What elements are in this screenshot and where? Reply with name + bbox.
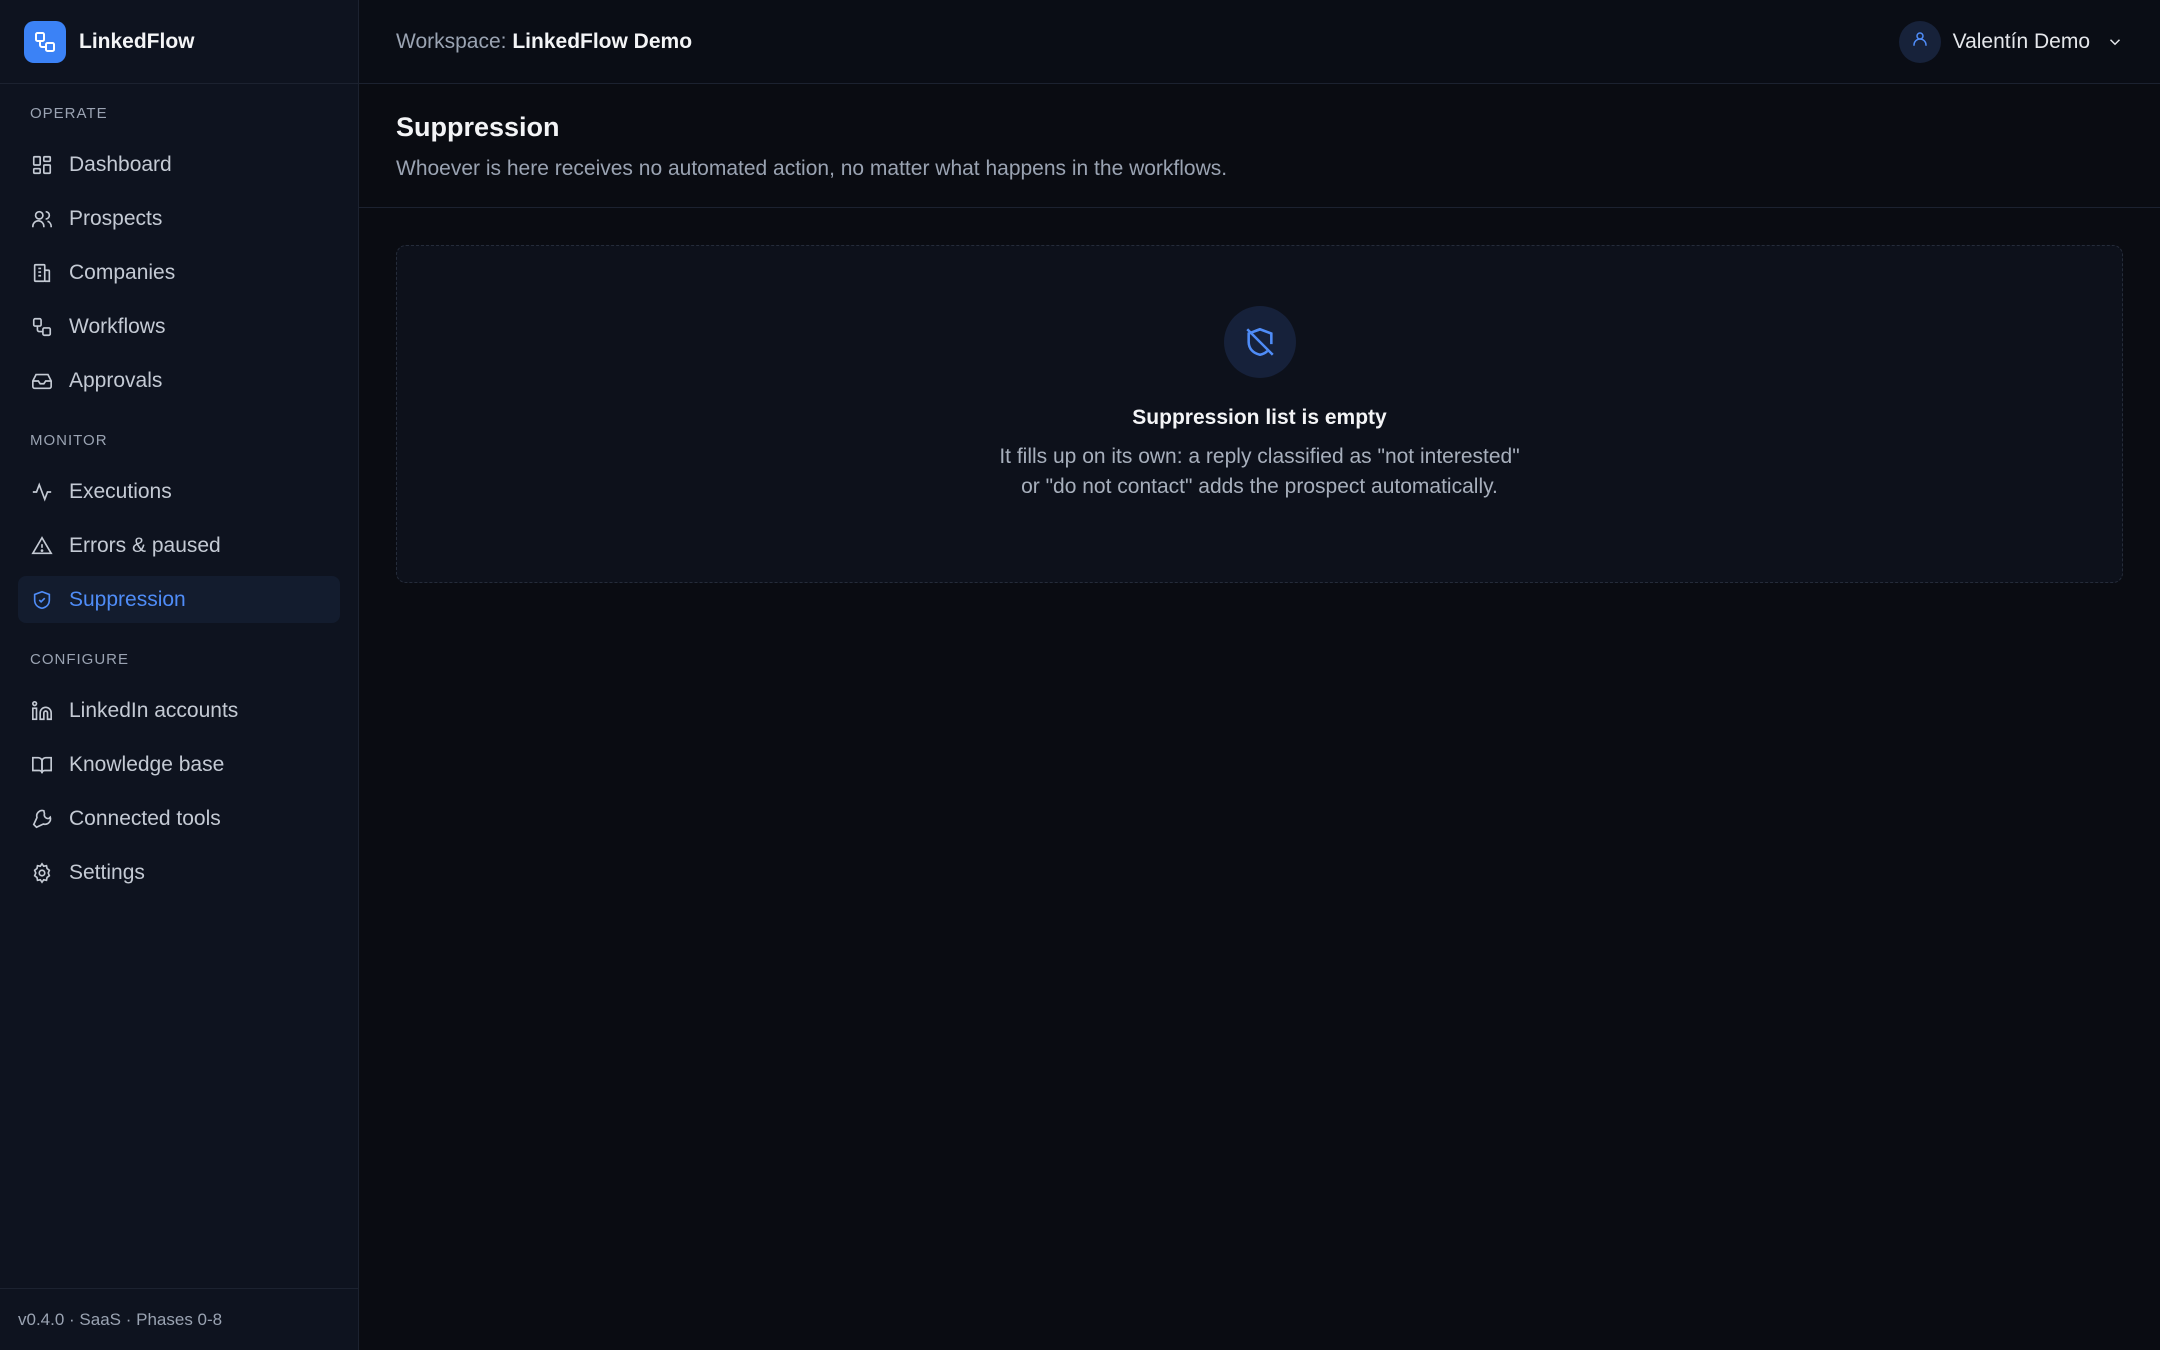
sidebar-item-prospects[interactable]: Prospects xyxy=(18,195,340,242)
sidebar-item-label: Connected tools xyxy=(69,806,221,830)
user-name: Valentín Demo xyxy=(1952,29,2090,53)
sidebar-item-knowledge-base[interactable]: Knowledge base xyxy=(18,741,340,788)
sidebar-item-label: Workflows xyxy=(69,314,166,338)
sidebar-item-linkedin-accounts[interactable]: LinkedIn accounts xyxy=(18,687,340,734)
sidebar-item-label: Executions xyxy=(69,479,172,503)
chevron-down-icon xyxy=(2106,33,2124,51)
sidebar-item-connected-tools[interactable]: Connected tools xyxy=(18,795,340,842)
nav-section-operate: OPERATE xyxy=(30,105,108,122)
wrench-icon xyxy=(30,807,54,831)
book-icon xyxy=(30,753,54,777)
brand[interactable]: LinkedFlow xyxy=(0,0,358,84)
empty-state-title: Suppression list is empty xyxy=(1132,406,1387,429)
sidebar-item-label: Knowledge base xyxy=(69,752,225,776)
building-icon xyxy=(30,261,54,285)
sidebar-item-workflows[interactable]: Workflows xyxy=(18,303,340,350)
empty-state-line-2: or "do not contact" adds the prospect au… xyxy=(1021,475,1498,498)
avatar xyxy=(1898,20,1941,63)
sidebar-item-label: Dashboard xyxy=(69,152,172,176)
version-footer: v0.4.0 · SaaS · Phases 0-8 xyxy=(0,1288,358,1350)
shield-check-icon xyxy=(30,588,54,612)
brand-name: LinkedFlow xyxy=(79,29,195,53)
gear-icon xyxy=(30,861,54,885)
sidebar-item-label: Prospects xyxy=(69,206,163,230)
nav-list-monitor: Executions Errors & paused Suppression xyxy=(0,468,358,623)
empty-state: Suppression list is empty It fills up on… xyxy=(396,245,2123,583)
topbar: Workspace: LinkedFlow Demo Valentín Demo xyxy=(359,0,2160,84)
dashboard-icon xyxy=(30,153,54,177)
nav-list-operate: Dashboard Prospects Companies Workflows … xyxy=(0,141,358,404)
users-icon xyxy=(30,207,54,231)
shield-off-icon xyxy=(1223,306,1296,378)
workspace-prefix: Workspace: xyxy=(396,29,507,53)
sidebar-item-settings[interactable]: Settings xyxy=(18,849,340,896)
page-header: Suppression Whoever is here receives no … xyxy=(359,84,2160,208)
inbox-icon xyxy=(30,369,54,393)
sidebar-item-label: Suppression xyxy=(69,587,186,611)
warning-icon xyxy=(30,534,54,558)
workspace-name: LinkedFlow Demo xyxy=(512,29,693,53)
page-title: Suppression xyxy=(396,112,560,142)
sidebar-item-label: Settings xyxy=(69,860,145,884)
sidebar-item-suppression[interactable]: Suppression xyxy=(18,576,340,623)
main-content: Workspace: LinkedFlow Demo Valentín Demo xyxy=(359,0,2160,1350)
sidebar-item-companies[interactable]: Companies xyxy=(18,249,340,296)
workflow-icon xyxy=(30,315,54,339)
sidebar-item-label: Approvals xyxy=(69,368,163,392)
sidebar-item-dashboard[interactable]: Dashboard xyxy=(18,141,340,188)
sidebar-item-approvals[interactable]: Approvals xyxy=(18,357,340,404)
page-subtitle: Whoever is here receives no automated ac… xyxy=(396,157,1228,180)
empty-state-line-1: It fills up on its own: a reply classifi… xyxy=(999,445,1520,468)
user-icon xyxy=(1911,30,1929,53)
sidebar-item-errors-paused[interactable]: Errors & paused xyxy=(18,522,340,569)
app-shell: LinkedFlow OPERATE Dashboard Prospects C… xyxy=(0,0,2160,1350)
user-menu-button[interactable]: Valentín Demo xyxy=(1898,20,2124,63)
sidebar-item-label: LinkedIn accounts xyxy=(69,698,239,722)
nav-section-configure: CONFIGURE xyxy=(30,651,129,668)
linkedin-icon xyxy=(30,699,54,723)
nav-list-configure: LinkedIn accounts Knowledge base Connect… xyxy=(0,687,358,896)
activity-icon xyxy=(30,480,54,504)
logo-icon xyxy=(24,20,66,63)
sidebar-item-label: Errors & paused xyxy=(69,533,221,557)
workspace-label: Workspace: LinkedFlow Demo xyxy=(396,30,692,54)
sidebar-item-executions[interactable]: Executions xyxy=(18,468,340,515)
nav-section-monitor: MONITOR xyxy=(30,432,108,449)
sidebar: LinkedFlow OPERATE Dashboard Prospects C… xyxy=(0,0,359,1350)
empty-state-description: It fills up on its own: a reply classifi… xyxy=(999,442,1519,502)
sidebar-item-label: Companies xyxy=(69,260,176,284)
